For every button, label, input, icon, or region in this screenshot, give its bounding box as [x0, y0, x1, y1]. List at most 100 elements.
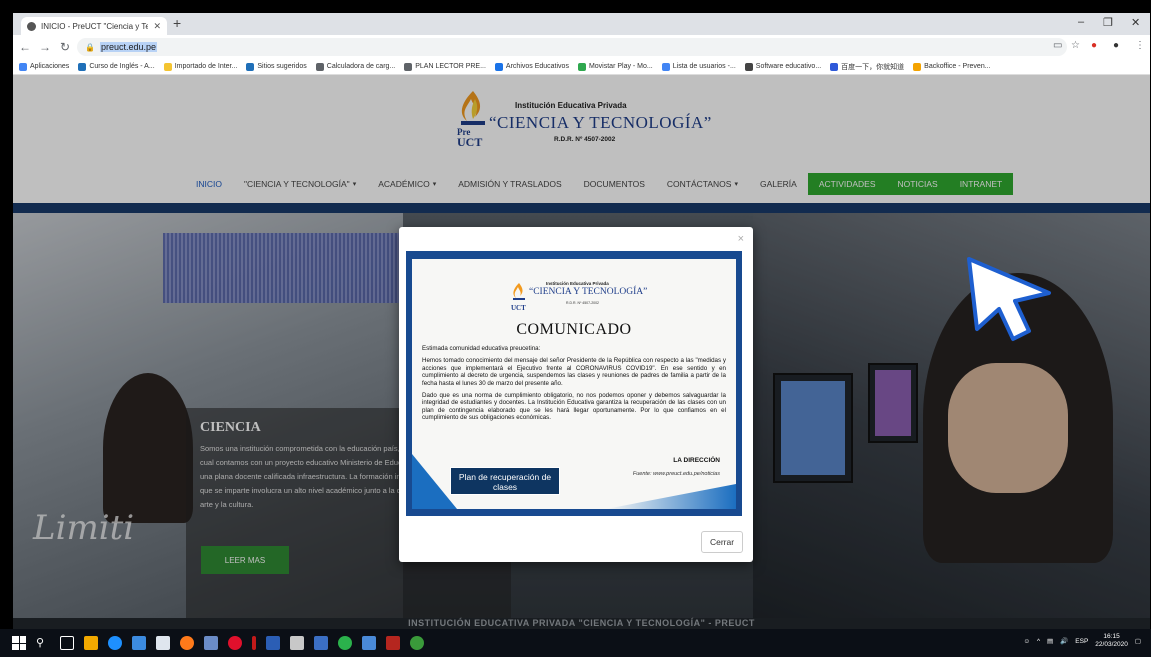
flyer-greeting: Estimada comunidad educativa preucetina: — [422, 345, 541, 352]
bookmark-label: Calculadora de carg... — [326, 63, 396, 70]
bookmark-item[interactable]: Calculadora de carg... — [315, 62, 396, 71]
search-icon[interactable]: ⚲ — [36, 636, 50, 650]
bookmarks-bar: Aplicaciones Curso de Inglés - A... Import… — [13, 59, 1150, 75]
bookmark-item[interactable]: Lista de usuarios -... — [661, 62, 736, 71]
bookmark-label: Sitios sugeridos — [257, 63, 307, 70]
bookmark-item[interactable]: 百度一下，你就知道 — [830, 62, 904, 72]
browser-toolbar: ← → ↻ 🔒 preuct.edu.pe ▭ ☆ ● ● ⋮ — [13, 35, 1150, 59]
app-icon-4[interactable] — [290, 636, 304, 650]
bookmark-item[interactable]: Curso de Inglés - A... — [78, 62, 155, 71]
language-indicator[interactable]: ESP — [1075, 638, 1088, 645]
bookmark-star-icon[interactable]: ☆ — [1071, 40, 1080, 51]
close-modal-button[interactable]: Cerrar — [701, 531, 743, 553]
tab-title: INICIO - PreUCT "Ciencia y Tecn… — [41, 21, 149, 31]
menu-dots-icon[interactable]: ⋮ — [1135, 40, 1145, 51]
extension-icon[interactable]: ● — [1091, 40, 1097, 51]
bookmark-label: Backoffice - Preven... — [924, 63, 991, 70]
bookmark-icon — [246, 62, 255, 71]
bookmark-icon — [913, 62, 922, 71]
app-icon-5[interactable] — [314, 636, 328, 650]
flyer-paragraph-1: Hemos tomado conocimiento del mensaje de… — [422, 357, 726, 387]
bookmark-icon — [830, 62, 839, 71]
announcement-flyer: UCT Institución Educativa Privada “CIENC… — [406, 251, 742, 516]
browser-tab[interactable]: INICIO - PreUCT "Ciencia y Tecn… ✕ — [21, 17, 167, 35]
filezilla-icon[interactable] — [386, 636, 400, 650]
notifications-icon[interactable]: ▢ — [1135, 637, 1141, 645]
tray-arrow-icon[interactable]: ^ — [1037, 638, 1040, 645]
svg-text:UCT: UCT — [511, 304, 526, 312]
bookmark-label: PLAN LECTOR PRE... — [415, 63, 486, 70]
app-icon-3[interactable] — [252, 636, 256, 650]
clock-date: 22/03/2020 — [1095, 641, 1128, 648]
minimize-button[interactable]: – — [1078, 16, 1084, 28]
bookmark-label: Lista de usuarios -... — [672, 63, 736, 70]
bookmark-item[interactable]: Sitios sugeridos — [246, 62, 307, 71]
file-explorer-icon[interactable] — [132, 636, 146, 650]
bookmark-icon — [494, 62, 503, 71]
bookmark-icon — [661, 62, 670, 71]
reload-icon[interactable]: ↻ — [57, 40, 73, 54]
bookmark-icon — [19, 62, 27, 71]
restore-button[interactable]: ❐ — [1103, 16, 1113, 29]
forward-arrow-icon[interactable]: → — [37, 40, 53, 54]
bookmark-item[interactable]: Importado de Inter... — [163, 62, 238, 71]
bookmark-icon — [404, 62, 413, 71]
bookmark-icon — [315, 62, 324, 71]
back-arrow-icon[interactable]: ← — [17, 40, 33, 54]
bookmark-icon — [577, 62, 586, 71]
bookmark-icon — [744, 62, 753, 71]
store-icon[interactable] — [156, 636, 170, 650]
word-icon[interactable] — [266, 636, 280, 650]
flyer-source: Fuente: www.preuct.edu.pe/noticias — [632, 471, 720, 477]
app-icon-7[interactable] — [410, 636, 424, 650]
flyer-brand-title: “CIENCIA Y TECNOLOGÍA” — [529, 287, 648, 297]
flyer-logo-icon: UCT — [511, 283, 526, 312]
bookmark-icon — [163, 62, 172, 71]
flyer-paragraph-2: Dado que es una norma de cumplimiento ob… — [422, 392, 726, 422]
cast-icon[interactable]: ▭ — [1053, 40, 1062, 51]
tab-strip: INICIO - PreUCT "Ciencia y Tecn… ✕ + – ❐… — [13, 13, 1150, 35]
bookmark-item[interactable]: Aplicaciones — [19, 62, 69, 71]
flyer-body: Estimada comunidad educativa preucetina:… — [422, 345, 726, 427]
bookmark-label: Importado de Inter... — [174, 63, 238, 70]
network-icon[interactable]: ▤ — [1047, 637, 1053, 645]
app-icon-1[interactable] — [84, 636, 98, 650]
volume-icon[interactable]: 🔊 — [1060, 637, 1068, 645]
bookmark-item[interactable]: Software educativo... — [744, 62, 822, 71]
people-icon[interactable]: ☺ — [1023, 638, 1030, 645]
close-window-button[interactable]: ✕ — [1131, 16, 1140, 29]
edge-browser-icon[interactable] — [108, 636, 122, 650]
bookmark-item[interactable]: Backoffice - Preven... — [913, 62, 991, 71]
chrome-icon[interactable] — [338, 636, 352, 650]
bookmark-label: Movistar Play - Mo... — [588, 63, 653, 70]
bookmark-label: Archivos Educativos — [505, 63, 569, 70]
site-favicon-icon — [27, 21, 36, 31]
flyer-title: COMUNICADO — [516, 321, 632, 338]
profile-avatar-icon[interactable]: ● — [1113, 40, 1119, 51]
opera-icon[interactable] — [228, 636, 242, 650]
website: Pre UCT Institución Educativa Privada “C… — [13, 75, 1150, 629]
clock-time: 16:15 — [1103, 633, 1120, 640]
windows-start-icon[interactable] — [12, 636, 26, 650]
app-icon-2[interactable] — [204, 636, 218, 650]
tab-close-icon[interactable]: ✕ — [153, 21, 161, 32]
flyer-brand: UCT Institución Educativa Privada “CIENC… — [504, 281, 654, 317]
bookmark-label: Software educativo... — [755, 63, 822, 70]
flyer-signature: LA DIRECCIÓN — [673, 457, 720, 464]
app-icon-6[interactable] — [362, 636, 376, 650]
firefox-icon[interactable] — [180, 636, 194, 650]
modal-close-icon[interactable]: × — [738, 233, 744, 245]
windows-taskbar: ⚲ ☺ ^ ▤ 🔊 ESP 16:15 22/03/2020 ▢ — [0, 629, 1151, 657]
cursor-arrow-icon — [967, 257, 1051, 341]
bookmark-item[interactable]: PLAN LECTOR PRE... — [404, 62, 486, 71]
task-view-icon[interactable] — [60, 636, 74, 650]
new-tab-button[interactable]: + — [173, 15, 181, 31]
address-url: preuct.edu.pe — [99, 42, 158, 52]
browser-window: INICIO - PreUCT "Ciencia y Tecn… ✕ + – ❐… — [13, 13, 1150, 629]
bookmark-item[interactable]: Movistar Play - Mo... — [577, 62, 653, 71]
bookmark-label: 百度一下，你就知道 — [841, 63, 905, 71]
flyer-page: UCT Institución Educativa Privada “CIENC… — [412, 259, 736, 509]
bookmark-item[interactable]: Archivos Educativos — [494, 62, 569, 71]
clock[interactable]: 16:15 22/03/2020 — [1095, 633, 1128, 649]
address-bar[interactable]: 🔒 preuct.edu.pe — [77, 38, 1067, 56]
